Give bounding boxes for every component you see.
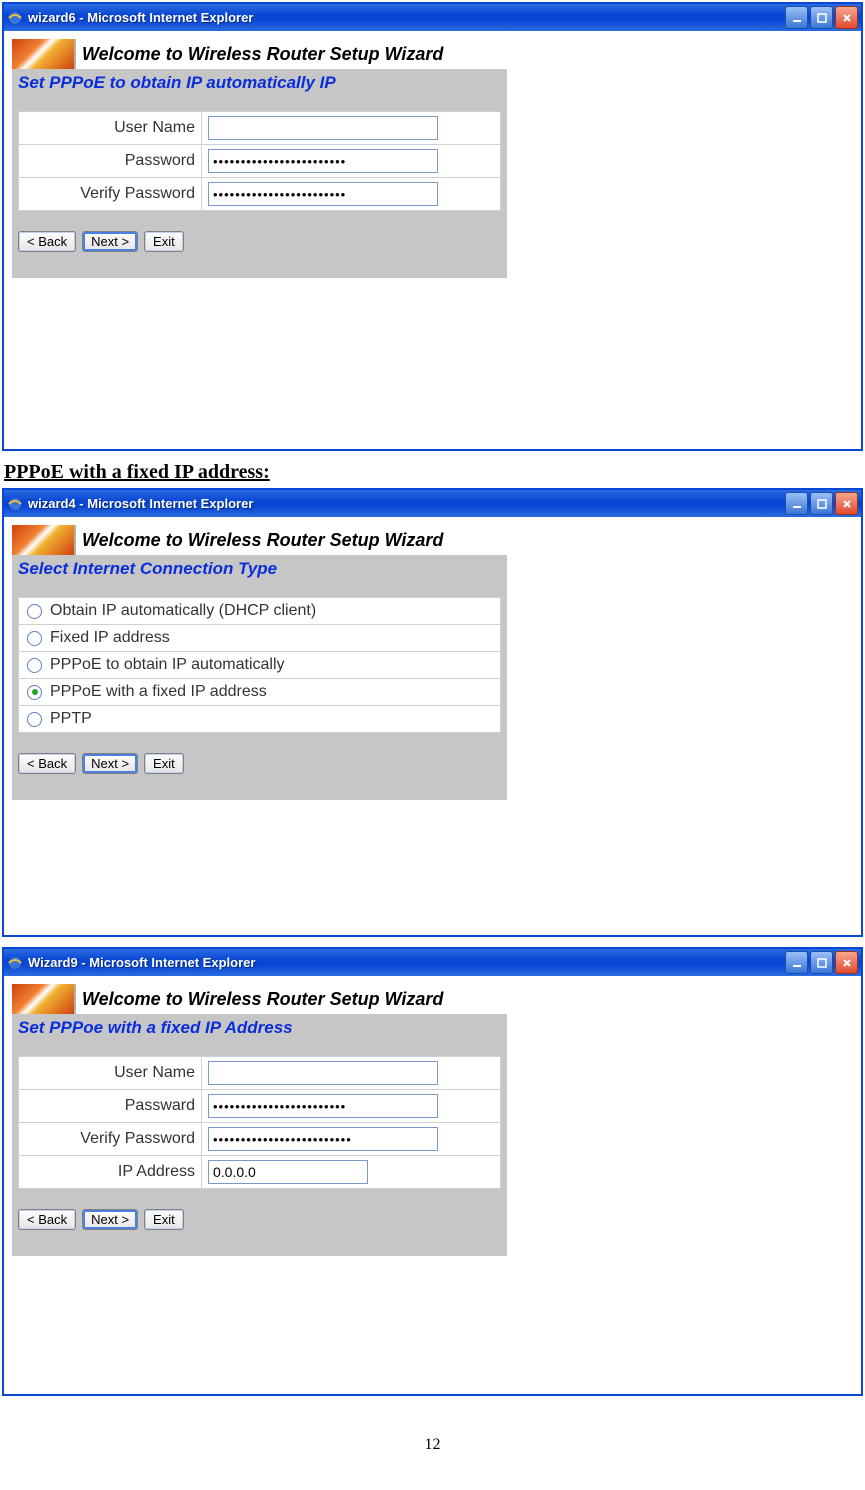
back-button[interactable]: < Back <box>18 1209 76 1230</box>
password-label: Passward <box>19 1090 202 1123</box>
close-button[interactable] <box>835 6 858 29</box>
radio-icon <box>27 658 42 673</box>
radio-label: PPPoE to obtain IP automatically <box>50 656 285 674</box>
window-title: wizard4 - Microsoft Internet Explorer <box>28 496 785 511</box>
radio-icon <box>27 685 42 700</box>
ip-address-label: IP Address <box>19 1156 202 1189</box>
titlebar[interactable]: wizard4 - Microsoft Internet Explorer <box>4 490 861 517</box>
wizard-banner: Welcome to Wireless Router Setup Wizard <box>12 39 507 69</box>
maximize-button[interactable] <box>810 951 833 974</box>
username-input[interactable] <box>208 1061 438 1085</box>
verify-password-label: Verify Password <box>19 1123 202 1156</box>
swoosh-graphic-icon <box>12 984 76 1014</box>
next-button[interactable]: Next > <box>82 231 138 252</box>
ie-window-wizard9: Wizard9 - Microsoft Internet Explorer We… <box>2 947 863 1396</box>
client-area: Welcome to Wireless Router Setup Wizard … <box>4 517 861 935</box>
button-row: < Back Next > Exit <box>12 217 507 278</box>
radio-label: Fixed IP address <box>50 629 170 647</box>
page-number: 12 <box>2 1436 863 1454</box>
ie-logo-icon <box>7 955 23 971</box>
verify-password-input[interactable] <box>208 1127 438 1151</box>
close-button[interactable] <box>835 492 858 515</box>
titlebar[interactable]: Wizard9 - Microsoft Internet Explorer <box>4 949 861 976</box>
radio-option-pppoe-fixed[interactable]: PPPoE with a fixed IP address <box>18 679 501 706</box>
section-title: Set PPPoE to obtain IP automatically IP <box>12 69 507 101</box>
minimize-button[interactable] <box>785 492 808 515</box>
connection-type-radiolist: Obtain IP automatically (DHCP client) Fi… <box>18 597 501 733</box>
button-row: < Back Next > Exit <box>12 739 507 800</box>
radio-option-pppoe-auto[interactable]: PPPoE to obtain IP automatically <box>18 652 501 679</box>
radio-label: PPTP <box>50 710 92 728</box>
username-input[interactable] <box>208 116 438 140</box>
section-title: Set PPPoe with a fixed IP Address <box>12 1014 507 1046</box>
banner-title: Welcome to Wireless Router Setup Wizard <box>76 989 443 1010</box>
ip-address-input[interactable] <box>208 1160 368 1184</box>
ie-logo-icon <box>7 10 23 26</box>
wizard-banner: Welcome to Wireless Router Setup Wizard <box>12 525 507 555</box>
verify-password-input[interactable] <box>208 182 438 206</box>
banner-title: Welcome to Wireless Router Setup Wizard <box>76 530 443 551</box>
window-title: Wizard9 - Microsoft Internet Explorer <box>28 955 785 970</box>
exit-button[interactable]: Exit <box>144 753 184 774</box>
banner-title: Welcome to Wireless Router Setup Wizard <box>76 44 443 65</box>
radio-icon <box>27 712 42 727</box>
radio-icon <box>27 631 42 646</box>
next-button[interactable]: Next > <box>82 753 138 774</box>
minimize-button[interactable] <box>785 6 808 29</box>
window-controls <box>785 492 858 515</box>
radio-option-dhcp[interactable]: Obtain IP automatically (DHCP client) <box>18 597 501 625</box>
window-controls <box>785 951 858 974</box>
ie-logo-icon <box>7 496 23 512</box>
section-heading: PPPoE with a fixed IP address: <box>4 461 863 484</box>
client-area: Welcome to Wireless Router Setup Wizard … <box>4 976 861 1394</box>
username-label: User Name <box>19 112 202 145</box>
form-table: User Name Passward Verify Password IP Ad… <box>18 1056 501 1189</box>
radio-option-pptp[interactable]: PPTP <box>18 706 501 733</box>
minimize-button[interactable] <box>785 951 808 974</box>
maximize-button[interactable] <box>810 6 833 29</box>
ie-window-wizard6: wizard6 - Microsoft Internet Explorer We… <box>2 2 863 451</box>
exit-button[interactable]: Exit <box>144 231 184 252</box>
window-controls <box>785 6 858 29</box>
wizard-banner: Welcome to Wireless Router Setup Wizard <box>12 984 507 1014</box>
back-button[interactable]: < Back <box>18 231 76 252</box>
section-title: Select Internet Connection Type <box>12 555 507 587</box>
radio-label: Obtain IP automatically (DHCP client) <box>50 602 316 620</box>
radio-label: PPPoE with a fixed IP address <box>50 683 267 701</box>
username-label: User Name <box>19 1057 202 1090</box>
verify-password-label: Verify Password <box>19 178 202 211</box>
close-button[interactable] <box>835 951 858 974</box>
radio-option-fixed-ip[interactable]: Fixed IP address <box>18 625 501 652</box>
button-row: < Back Next > Exit <box>12 1195 507 1256</box>
radio-icon <box>27 604 42 619</box>
client-area: Welcome to Wireless Router Setup Wizard … <box>4 31 861 449</box>
exit-button[interactable]: Exit <box>144 1209 184 1230</box>
back-button[interactable]: < Back <box>18 753 76 774</box>
form-table: User Name Password Verify Password <box>18 111 501 211</box>
password-label: Password <box>19 145 202 178</box>
maximize-button[interactable] <box>810 492 833 515</box>
titlebar[interactable]: wizard6 - Microsoft Internet Explorer <box>4 4 861 31</box>
swoosh-graphic-icon <box>12 39 76 69</box>
ie-window-wizard4: wizard4 - Microsoft Internet Explorer We… <box>2 488 863 937</box>
password-input[interactable] <box>208 1094 438 1118</box>
next-button[interactable]: Next > <box>82 1209 138 1230</box>
swoosh-graphic-icon <box>12 525 76 555</box>
window-title: wizard6 - Microsoft Internet Explorer <box>28 10 785 25</box>
password-input[interactable] <box>208 149 438 173</box>
